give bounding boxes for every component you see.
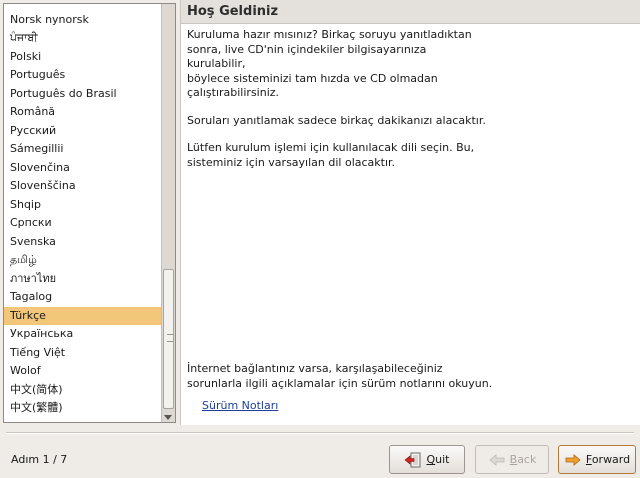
forward-label: Forward (585, 453, 631, 466)
language-item[interactable]: 中文(简体) (4, 381, 161, 400)
back-button[interactable]: Back (475, 445, 549, 474)
language-list-scrollbar[interactable] (161, 4, 175, 422)
quit-label: Quit (426, 453, 450, 466)
back-label: Back (509, 453, 537, 466)
language-item[interactable]: Tiếng Việt (4, 344, 161, 363)
language-item[interactable]: Українська (4, 325, 161, 344)
grip-icon (167, 334, 173, 342)
language-item[interactable]: Wolof (4, 362, 161, 381)
language-item[interactable]: Română (4, 103, 161, 122)
language-item[interactable]: Português (4, 66, 161, 85)
language-item[interactable]: தமிழ் (4, 251, 161, 270)
back-arrow-icon (489, 453, 505, 466)
forward-arrow-icon (565, 453, 581, 466)
language-item[interactable]: Norsk nynorsk (4, 11, 161, 30)
language-item[interactable]: Русский (4, 122, 161, 141)
language-item[interactable]: Sámegillii (4, 140, 161, 159)
release-notes-link[interactable]: Sürüm Notları (202, 399, 278, 412)
language-item[interactable]: Polski (4, 48, 161, 67)
intro-paragraph: Kuruluma hazır mısınız? Birkaç soruyu ya… (187, 28, 472, 99)
language-item[interactable]: Shqip (4, 196, 161, 215)
release-notes-hint: İnternet bağlantınız varsa, karşılaşabil… (187, 362, 493, 390)
scrollbar-thumb[interactable] (163, 269, 174, 409)
language-list-items: NederlandsNorsk nynorskਪੰਜਾਬੀPolskiPortu… (4, 4, 161, 418)
forward-button[interactable]: Forward (558, 445, 636, 474)
language-list[interactable]: NederlandsNorsk nynorskਪੰਜਾਬੀPolskiPortu… (3, 3, 176, 423)
bottom-separator (6, 432, 634, 434)
quit-button[interactable]: Quit (389, 445, 465, 474)
language-paragraph: Lütfen kurulum işlemi için kullanılacak … (187, 141, 475, 169)
language-item[interactable]: 中文(繁體) (4, 399, 161, 418)
language-item[interactable]: ภาษาไทย (4, 270, 161, 289)
step-indicator: Adım 1 / 7 (11, 453, 68, 466)
language-item[interactable]: Nederlands (4, 4, 161, 11)
language-item[interactable]: Slovenščina (4, 177, 161, 196)
language-item[interactable]: Português do Brasil (4, 85, 161, 104)
scroll-down-arrow-icon[interactable] (164, 415, 172, 420)
language-item[interactable]: ਪੰਜਾਬੀ (4, 29, 161, 48)
welcome-pane: Hoş Geldiniz Kuruluma hazır mısınız? Bir… (180, 0, 640, 425)
duration-paragraph: Soruları yanıtlamak sadece birkaç dakika… (187, 113, 486, 127)
language-item[interactable]: Slovenčina (4, 159, 161, 178)
page-title: Hoş Geldiniz (181, 0, 640, 24)
language-item-selected[interactable]: Türkçe (4, 306, 161, 325)
language-item[interactable]: Српски (4, 214, 161, 233)
language-item[interactable]: Svenska (4, 233, 161, 252)
welcome-text: Kuruluma hazır mısınız? Birkaç soruyu ya… (187, 28, 487, 183)
quit-icon (405, 452, 421, 467)
language-item[interactable]: Tagalog (4, 288, 161, 307)
